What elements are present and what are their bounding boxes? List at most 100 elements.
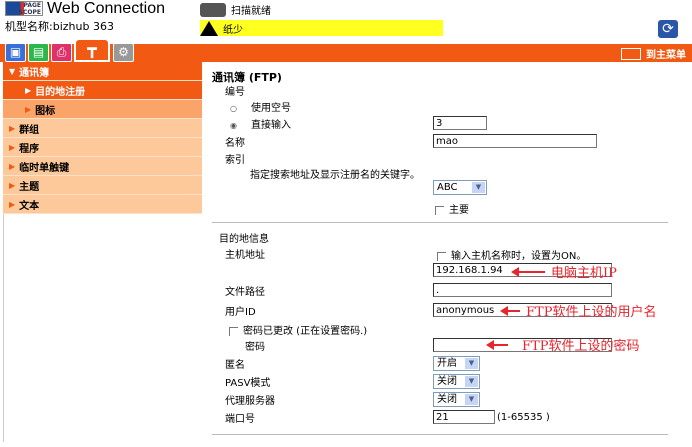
radio-checked-icon: ◉ bbox=[230, 121, 237, 130]
scan-status-text: 扫描就绪 bbox=[231, 6, 271, 17]
menu-icon bbox=[621, 47, 641, 60]
tab-mailbox-icon[interactable]: ┳ bbox=[74, 38, 110, 62]
annotation-user-text: FTP软件上设的用户名 bbox=[526, 305, 657, 320]
tab-printer-icon[interactable]: ⎙ bbox=[51, 43, 72, 62]
sidebar-item-subject[interactable]: ▶ 主题 bbox=[3, 176, 202, 195]
number-input[interactable] bbox=[433, 116, 487, 130]
index-hint: 指定搜索地址及显示注册名的关键字。 bbox=[250, 170, 420, 181]
scanner-icon bbox=[200, 2, 226, 17]
page-scope-logo: PAGE SCOPE Web Connection bbox=[5, 0, 165, 17]
chevron-down-icon: ▼ bbox=[472, 182, 485, 193]
anonymous-select[interactable]: 开启 ▼ bbox=[433, 356, 480, 371]
password-changed-label: 密码已更改 (正在设置密码.) bbox=[243, 326, 368, 337]
triangle-right-icon: ▶ bbox=[9, 180, 16, 190]
triangle-right-icon: ▶ bbox=[25, 85, 32, 95]
proxy-label: 代理服务器 bbox=[225, 396, 275, 407]
sidebar-item-program[interactable]: ▶ 程序 bbox=[3, 138, 202, 157]
index-label: 索引 bbox=[225, 155, 245, 166]
sidebar-item-label: 程序 bbox=[19, 143, 40, 155]
path-input[interactable] bbox=[433, 283, 612, 297]
main-checkbox[interactable]: 主要 bbox=[435, 201, 469, 216]
radio-icon: ○ bbox=[230, 104, 237, 113]
user-label: 用户ID bbox=[225, 307, 256, 318]
host-name-checkbox[interactable]: 输入主机名称时，设置为ON。 bbox=[437, 247, 586, 262]
dest-section-title: 目的地信息 bbox=[219, 234, 269, 245]
proxy-select[interactable]: 关闭 ▼ bbox=[433, 392, 480, 407]
triangle-right-icon: ▶ bbox=[25, 104, 32, 114]
annotation-ip-text: 电脑主机IP bbox=[551, 266, 617, 281]
paper-status-text: 纸少 bbox=[223, 24, 243, 36]
refresh-icon[interactable]: ⟳ bbox=[658, 20, 678, 38]
host-checkbox-label: 输入主机名称时，设置为ON。 bbox=[451, 251, 587, 262]
sidebar-item-icon[interactable]: ▶ 图标 bbox=[3, 100, 202, 119]
number-label: 编号 bbox=[225, 87, 245, 98]
annotation-password: FTP软件上设的密码 bbox=[486, 335, 640, 354]
name-label: 名称 bbox=[225, 138, 245, 149]
chevron-down-icon: ▼ bbox=[465, 394, 478, 405]
sidebar-item-destination[interactable]: ▶ 目的地注册 bbox=[3, 81, 202, 100]
annotation-password-text: FTP软件上设的密码 bbox=[522, 339, 640, 354]
checkbox-icon bbox=[437, 251, 446, 261]
direct-input-radio[interactable]: ◉ 直接输入 bbox=[230, 116, 291, 131]
sidebar-item-label: 通讯簿 bbox=[19, 67, 50, 79]
sidebar-item-label: 目的地注册 bbox=[35, 86, 86, 98]
triangle-right-icon: ▶ bbox=[9, 199, 16, 209]
sidebar-item-address-book[interactable]: ▼ 通讯簿 bbox=[3, 62, 202, 81]
triangle-right-icon: ▶ bbox=[9, 161, 16, 171]
name-input[interactable] bbox=[433, 134, 597, 148]
home-button-label: 到主菜单 bbox=[646, 50, 686, 61]
divider bbox=[212, 222, 668, 223]
page-title: 通讯簿 (FTP) bbox=[212, 71, 282, 84]
chevron-down-icon: ▼ bbox=[465, 376, 478, 387]
chevron-down-icon: ▼ bbox=[465, 358, 478, 369]
divider bbox=[212, 434, 668, 435]
model-name: 机型名称:bizhub 363 bbox=[5, 20, 114, 33]
warning-icon bbox=[200, 20, 218, 36]
annotation-user: FTP软件上设的用户名 bbox=[500, 301, 657, 320]
logo-mark: PAGE SCOPE bbox=[5, 1, 43, 16]
anonymous-select-value: 开启 bbox=[437, 358, 457, 369]
annotation-ip: 电脑主机IP bbox=[511, 262, 617, 281]
sidebar-item-temp-key[interactable]: ▶ 临时单触键 bbox=[3, 157, 202, 176]
proxy-select-value: 关闭 bbox=[437, 394, 457, 405]
triangle-right-icon: ▶ bbox=[9, 123, 16, 133]
password-changed-checkbox[interactable]: 密码已更改 (正在设置密码.) bbox=[229, 322, 367, 337]
port-range: (1-65535 ) bbox=[497, 412, 550, 423]
port-label: 端口号 bbox=[225, 414, 255, 425]
home-button[interactable]: 到主菜单 bbox=[621, 46, 686, 61]
checkbox-icon bbox=[229, 326, 238, 336]
triangle-down-icon: ▼ bbox=[9, 66, 16, 76]
sidebar-item-group[interactable]: ▶ 群组 bbox=[3, 119, 202, 138]
sidebar-item-text[interactable]: ▶ 文本 bbox=[3, 195, 202, 214]
tab-gear-box-icon[interactable]: ⚙ bbox=[113, 43, 134, 62]
sidebar-item-label: 群组 bbox=[19, 124, 40, 136]
use-empty-label: 使用空号 bbox=[251, 103, 291, 114]
direct-input-label: 直接输入 bbox=[251, 120, 291, 131]
use-empty-radio[interactable]: ○ 使用空号 bbox=[230, 99, 291, 114]
index-select[interactable]: ABC ▼ bbox=[433, 180, 487, 195]
main-label: 主要 bbox=[449, 205, 469, 216]
pasv-select[interactable]: 关闭 ▼ bbox=[433, 374, 480, 389]
index-select-value: ABC bbox=[437, 182, 458, 193]
logo-text: Web Connection bbox=[47, 0, 165, 17]
port-input[interactable] bbox=[433, 410, 495, 424]
sidebar: ▼ 通讯簿 ▶ 目的地注册 ▶ 图标 ▶ 群组 ▶ 程序 ▶ 临时单触键 ▶ 主题 ▶ 文本 bbox=[3, 62, 202, 214]
sidebar-item-label: 图标 bbox=[35, 105, 56, 117]
tab-box-icon[interactable]: ▣ bbox=[5, 43, 26, 62]
arrow-left-icon bbox=[511, 266, 545, 277]
pasv-label: PASV模式 bbox=[225, 378, 271, 389]
anonymous-label: 匿名 bbox=[225, 360, 245, 371]
sidebar-item-label: 临时单触键 bbox=[19, 162, 70, 174]
arrow-left-icon bbox=[500, 305, 520, 316]
path-label: 文件路径 bbox=[225, 287, 265, 298]
checkbox-icon bbox=[435, 205, 444, 215]
sidebar-item-label: 文本 bbox=[19, 200, 40, 212]
arrow-left-icon bbox=[486, 339, 508, 350]
host-label: 主机地址 bbox=[225, 250, 265, 261]
password-label: 密码 bbox=[245, 342, 265, 353]
pasv-select-value: 关闭 bbox=[437, 376, 457, 387]
sidebar-item-label: 主题 bbox=[19, 181, 40, 193]
tab-document-icon[interactable]: ▤ bbox=[28, 43, 49, 62]
paper-status: 纸少 bbox=[200, 20, 443, 36]
triangle-right-icon: ▶ bbox=[9, 142, 16, 152]
